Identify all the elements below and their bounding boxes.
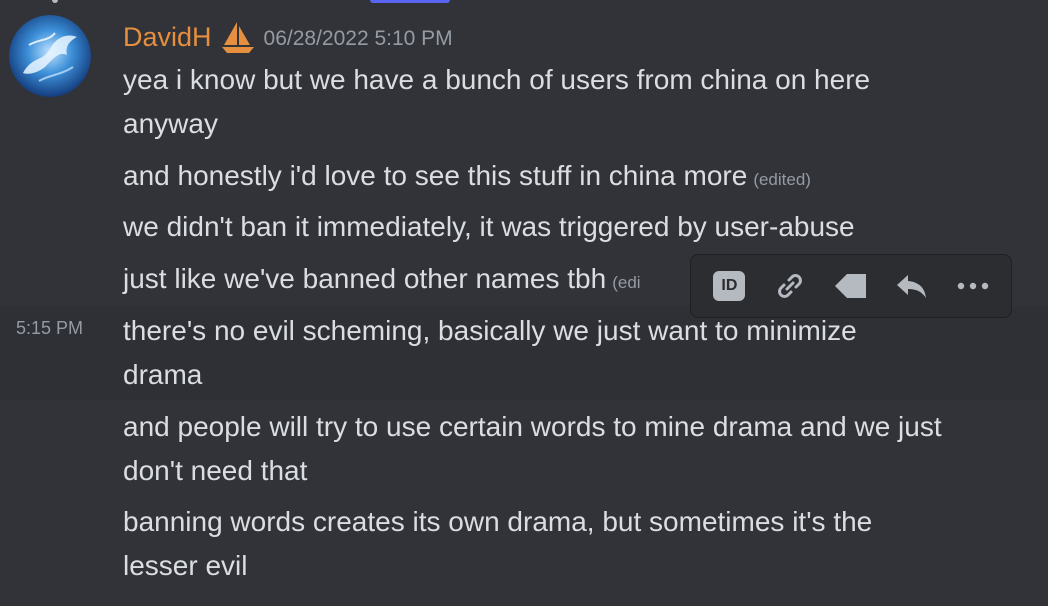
list-item-hovered[interactable]: 5:15 PM there's no evil scheming, basica…	[0, 306, 1048, 400]
message-content: and honestly i'd love to see this stuff …	[123, 154, 943, 202]
separator-accent	[370, 0, 450, 3]
message-text: and people will try to use certain words…	[123, 411, 942, 486]
separator-dot	[52, 0, 58, 3]
list-item[interactable]: yea i know but we have a bunch of users …	[0, 58, 1048, 150]
edited-label: (edi	[612, 273, 641, 292]
message-text: there's no evil scheming, basically we j…	[123, 315, 857, 390]
list-item[interactable]: and honestly i'd love to see this stuff …	[0, 154, 1048, 200]
author-name[interactable]: DavidH	[123, 22, 212, 53]
list-item[interactable]: banning words creates its own drama, but…	[0, 500, 1048, 592]
link-icon	[778, 274, 803, 298]
reply-icon	[896, 275, 926, 298]
reply-button[interactable]	[889, 263, 935, 309]
list-item[interactable]: and people will try to use certain words…	[0, 405, 1048, 497]
tag-button[interactable]	[828, 263, 874, 309]
top-separator	[0, 0, 1048, 4]
message-text: we didn't ban it immediately, it was tri…	[123, 211, 855, 242]
message-text: just like we've banned other names tbh	[123, 263, 607, 294]
copy-id-icon: ID	[713, 271, 746, 301]
message-timestamp: 06/28/2022 5:10 PM	[263, 27, 453, 50]
more-options-button[interactable]	[950, 263, 996, 309]
tag-icon	[834, 274, 866, 298]
message-text: and honestly i'd love to see this stuff …	[123, 160, 748, 191]
message-header: DavidH 06/28/2022 5:10 PM	[123, 14, 453, 60]
copy-link-button[interactable]	[767, 263, 813, 309]
message-actions-toolbar: ID	[690, 254, 1012, 318]
list-item[interactable]: we didn't ban it immediately, it was tri…	[0, 205, 1048, 251]
hover-timestamp: 5:15 PM	[16, 318, 84, 338]
copy-id-button[interactable]: ID	[706, 263, 752, 309]
sailboat-icon	[220, 19, 256, 55]
message-text: banning words creates its own drama, but…	[123, 506, 873, 581]
more-icon	[957, 282, 988, 290]
edited-label: (edited)	[753, 170, 811, 189]
message-text: yea i know but we have a bunch of users …	[123, 64, 871, 139]
